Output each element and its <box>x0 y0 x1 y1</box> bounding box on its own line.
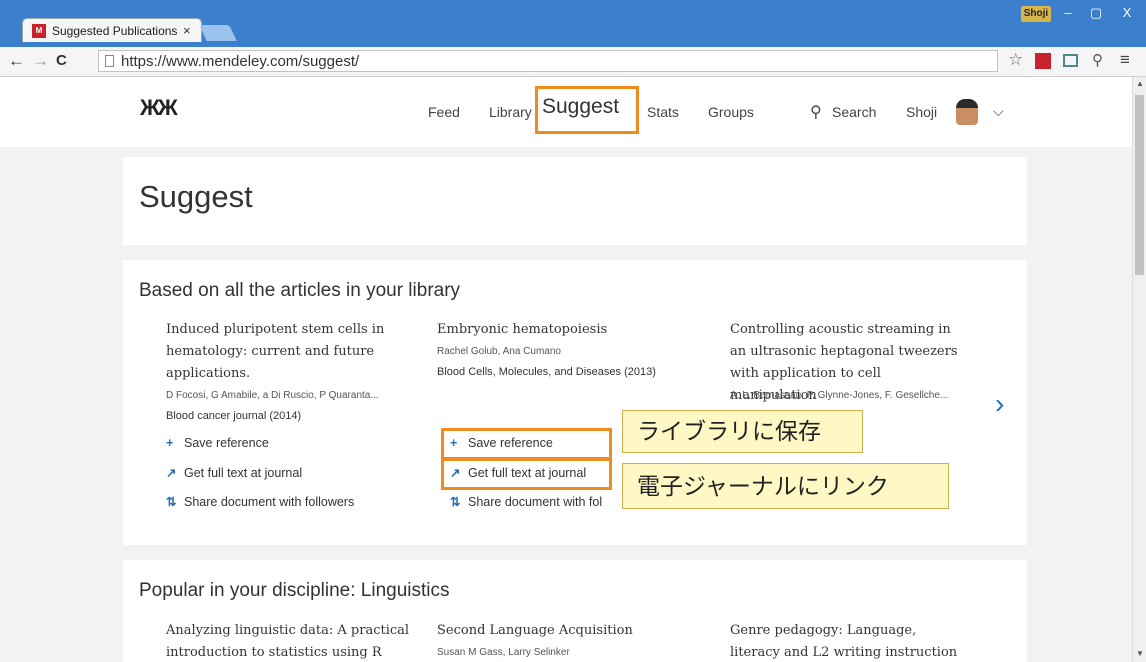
address-bar[interactable]: https://www.mendeley.com/suggest/ <box>98 50 998 72</box>
article-authors: A. L. Bernassau, P. Glynne-Jones, F. Ges… <box>730 390 949 401</box>
nav-stats[interactable]: Stats <box>647 104 679 120</box>
forward-icon[interactable]: → <box>32 51 49 71</box>
callout-save-library: ライブラリに保存 <box>622 410 863 453</box>
article-authors: Rachel Golub, Ana Cumano <box>437 346 561 357</box>
cast-icon[interactable] <box>1063 54 1078 67</box>
browser-titlebar: M Suggested Publications × Shoji – ▢ X <box>0 0 1146 47</box>
section-title: Based on all the articles in your librar… <box>139 280 461 301</box>
suggest-title-card: Suggest <box>123 157 1027 245</box>
nav-search[interactable]: Search <box>832 104 876 120</box>
share-icon: ⇅ <box>166 495 177 509</box>
action-label: Get full text at journal <box>184 466 303 480</box>
nav-library[interactable]: Library <box>489 104 532 120</box>
page-viewport: ЖЖ Feed Library Suggest Stats Groups ⚲ S… <box>0 77 1132 662</box>
profile-badge[interactable]: Shoji <box>1021 6 1051 22</box>
action-label: Save reference <box>184 436 269 450</box>
tab-close-icon[interactable]: × <box>183 23 191 38</box>
menu-icon[interactable]: ≡ <box>1120 50 1130 70</box>
scrollbar[interactable]: ▲ ▼ <box>1132 77 1146 662</box>
section-title: Popular in your discipline: Linguistics <box>139 580 450 601</box>
zoom-icon[interactable]: ⚲ <box>1092 51 1103 69</box>
fulltext-highlight-box <box>441 458 612 490</box>
browser-toolbar: ← → C https://www.mendeley.com/suggest/ … <box>0 47 1146 77</box>
share-icon: ⇅ <box>450 495 461 509</box>
new-tab-button[interactable] <box>199 25 237 41</box>
url-text: https://www.mendeley.com/suggest/ <box>121 53 360 70</box>
maximize-icon[interactable]: ▢ <box>1083 4 1109 22</box>
article-title[interactable]: Induced pluripotent stem cells in hemato… <box>166 319 426 385</box>
mendeley-logo-icon[interactable]: ЖЖ <box>140 95 178 121</box>
close-window-icon[interactable]: X <box>1114 4 1140 22</box>
chevron-down-icon[interactable]: ⌵ <box>993 103 1004 120</box>
nav-feed[interactable]: Feed <box>428 104 460 120</box>
article-title[interactable]: Embryonic hematopoiesis <box>437 319 697 341</box>
article-authors: D Focosi, G Amabile, a Di Ruscio, P Quar… <box>166 390 379 401</box>
search-icon[interactable]: ⚲ <box>810 102 822 122</box>
save-highlight-box <box>441 428 612 460</box>
external-arrow-icon: ↗ <box>166 466 177 480</box>
action-label: Share document with fol <box>468 495 603 509</box>
article-journal: Blood cancer journal (2014) <box>166 410 302 422</box>
article-authors: Susan M Gass, Larry Selinker <box>437 647 570 658</box>
nav-user-name[interactable]: Shoji <box>906 104 937 120</box>
save-reference-button[interactable]: + Save reference <box>166 436 269 450</box>
next-arrow-icon[interactable]: › <box>995 388 1004 420</box>
article-title[interactable]: Analyzing linguistic data: A practical i… <box>166 620 426 662</box>
full-text-link[interactable]: ↗ Get full text at journal <box>166 465 302 480</box>
scroll-down-icon[interactable]: ▼ <box>1136 649 1144 658</box>
article-title[interactable]: Second Language Acquisition <box>437 620 697 642</box>
minimize-icon[interactable]: – <box>1055 4 1081 22</box>
nav-groups[interactable]: Groups <box>708 104 754 120</box>
popular-section: Popular in your discipline: Linguistics … <box>123 560 1027 662</box>
scroll-thumb[interactable] <box>1135 95 1144 275</box>
star-icon[interactable]: ☆ <box>1008 50 1023 70</box>
browser-tab[interactable]: M Suggested Publications × <box>22 18 202 42</box>
share-button[interactable]: ⇅ Share document with followers <box>166 494 354 509</box>
tab-title: Suggested Publications <box>52 24 178 38</box>
action-label: Share document with followers <box>184 495 355 509</box>
page-title: Suggest <box>139 179 253 214</box>
page-icon <box>105 55 114 67</box>
avatar-hair <box>956 99 978 108</box>
suggest-highlight-box <box>535 86 639 134</box>
reload-icon[interactable]: C <box>56 52 67 69</box>
article-journal: Blood Cells, Molecules, and Diseases (20… <box>437 366 656 378</box>
scroll-up-icon[interactable]: ▲ <box>1136 79 1144 88</box>
site-header: ЖЖ Feed Library Suggest Stats Groups ⚲ S… <box>0 77 1132 147</box>
mendeley-favicon-icon: M <box>32 24 46 38</box>
back-icon[interactable]: ← <box>8 51 25 71</box>
article-title[interactable]: Genre pedagogy: Language, literacy and L… <box>730 620 970 662</box>
plus-icon: + <box>166 436 174 450</box>
mendeley-extension-icon[interactable] <box>1035 53 1051 69</box>
callout-ejournal-link: 電子ジャーナルにリンク <box>622 463 949 509</box>
share-button[interactable]: ⇅ Share document with fol <box>450 494 602 509</box>
